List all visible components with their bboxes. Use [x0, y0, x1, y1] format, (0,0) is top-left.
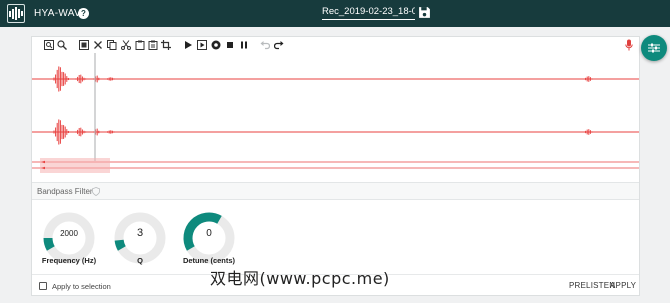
filter-name-label: Bandpass Filter — [37, 187, 93, 196]
zoom-selection-icon[interactable] — [44, 40, 54, 50]
watermark-text: 双电网(www.pcpc.me) — [210, 269, 390, 288]
undo-icon[interactable] — [260, 40, 270, 50]
detune-value: 0 — [206, 228, 212, 239]
settings-fab[interactable] — [641, 35, 667, 61]
play-icon[interactable] — [183, 40, 193, 50]
app-window: HYA-WAVE ? Rec_2019-02-23_18-02-68 — [0, 0, 670, 303]
detune-label: Detune (cents) — [182, 256, 236, 265]
paste-icon[interactable] — [135, 40, 145, 50]
apply-to-selection-checkbox[interactable] — [39, 282, 47, 290]
q-label: Q — [137, 256, 143, 265]
record-icon[interactable] — [211, 40, 221, 50]
q-value: 3 — [136, 227, 144, 239]
help-icon[interactable]: ? — [78, 8, 89, 19]
edit-toolbar — [32, 37, 639, 53]
shield-icon[interactable] — [92, 187, 100, 196]
q-knob-level — [114, 239, 126, 251]
cut-icon[interactable] — [121, 40, 131, 50]
editor-card: Bandpass Filter 2000 Frequency (Hz) 3 Q … — [31, 36, 640, 296]
close-icon[interactable] — [93, 40, 103, 50]
zoom-in-icon[interactable] — [57, 40, 67, 50]
redo-icon[interactable] — [274, 40, 284, 50]
frequency-label: Frequency (Hz) — [41, 256, 97, 265]
app-logo-icon — [7, 4, 25, 23]
apply-to-selection-label[interactable]: Apply to selection — [52, 282, 111, 291]
frequency-value: 2000 — [60, 229, 78, 238]
play-selection-icon[interactable] — [197, 40, 207, 50]
save-icon[interactable] — [418, 6, 431, 19]
prelisten-button[interactable]: PRELISTEN — [569, 281, 615, 290]
waveform-display[interactable] — [32, 53, 639, 195]
microphone-icon[interactable] — [625, 39, 633, 51]
waveform-canvas[interactable] — [32, 53, 639, 195]
frequency-knob-level — [43, 237, 55, 251]
select-all-icon[interactable] — [79, 40, 89, 50]
overview-viewport[interactable] — [40, 158, 110, 173]
apply-button[interactable]: APPLY — [610, 281, 636, 290]
sliders-icon — [648, 43, 660, 53]
stop-icon[interactable] — [225, 40, 235, 50]
crop-icon[interactable] — [161, 40, 171, 50]
filter-bar: Bandpass Filter — [32, 182, 639, 200]
pause-icon[interactable] — [239, 40, 249, 50]
file-name-input[interactable]: Rec_2019-02-23_18-02-68 — [322, 6, 415, 20]
top-bar: HYA-WAVE ? Rec_2019-02-23_18-02-68 — [0, 0, 670, 27]
paste-special-icon[interactable] — [148, 40, 158, 50]
copy-icon[interactable] — [107, 40, 117, 50]
